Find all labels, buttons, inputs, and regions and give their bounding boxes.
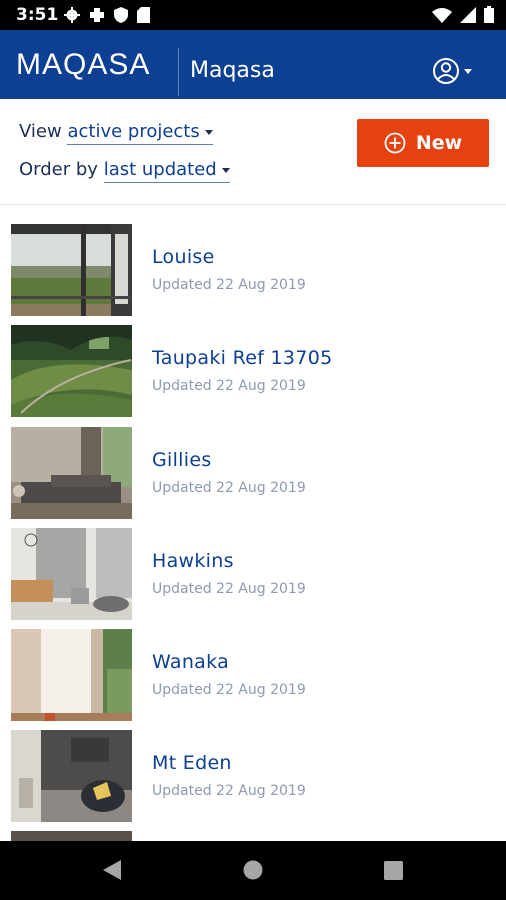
wifi-icon [432, 7, 452, 23]
project-name: Wanaka [152, 651, 230, 673]
new-project-button[interactable]: New [357, 119, 489, 167]
system-nav-bar [0, 841, 506, 900]
chevron-down-icon [204, 129, 213, 135]
project-item[interactable]: Wanaka Updated 22 Aug 2019 [0, 611, 506, 721]
project-item[interactable]: Mt Eden Updated 22 Aug 2019 [0, 712, 506, 822]
project-thumbnail [11, 325, 132, 417]
view-filter: View active projects [19, 121, 213, 145]
project-name: Mt Eden [152, 752, 232, 774]
order-dropdown-value: last updated [103, 159, 217, 180]
view-label: View [19, 121, 62, 142]
project-item[interactable]: Hawkins Updated 22 Aug 2019 [0, 510, 506, 620]
project-name: Louise [152, 246, 215, 268]
shield-icon [114, 7, 128, 23]
organization-name: Maqasa [190, 58, 275, 83]
status-bar: 3:51 [0, 0, 506, 30]
order-filter: Order by last updated [19, 159, 230, 183]
app-bar: MAQASA Maqasa [0, 30, 506, 99]
home-icon[interactable] [243, 859, 263, 881]
app-bar-divider [178, 48, 179, 96]
project-thumbnail [11, 528, 132, 620]
project-thumbnail [11, 427, 132, 519]
project-updated: Updated 22 Aug 2019 [152, 480, 306, 496]
medical-icon [90, 8, 104, 22]
account-circle-icon [433, 58, 472, 84]
project-updated: Updated 22 Aug 2019 [152, 581, 306, 597]
project-thumbnail [11, 224, 132, 316]
project-list: Louise Updated 22 Aug 2019 Taupaki Ref 1… [0, 206, 506, 841]
project-updated: Updated 22 Aug 2019 [152, 783, 306, 799]
view-dropdown-value: active projects [67, 121, 200, 142]
project-item[interactable]: Taupaki Ref 13705 Updated 22 Aug 2019 [0, 307, 506, 417]
status-time: 3:51 [16, 5, 59, 25]
project-thumbnail [11, 831, 132, 841]
view-dropdown[interactable]: active projects [67, 121, 213, 145]
project-item[interactable] [0, 813, 506, 841]
sd-card-icon [137, 7, 150, 23]
project-thumbnail [11, 730, 132, 822]
project-updated: Updated 22 Aug 2019 [152, 277, 306, 293]
cellular-signal-icon [460, 6, 476, 23]
brand-logo: MAQASA [16, 48, 151, 81]
project-name: Gillies [152, 449, 212, 471]
order-label: Order by [19, 159, 98, 180]
project-name: Hawkins [152, 550, 234, 572]
back-icon[interactable] [102, 859, 122, 881]
account-menu-button[interactable] [433, 57, 477, 85]
settings-icon [64, 7, 80, 23]
project-name: Taupaki Ref 13705 [152, 347, 333, 369]
new-button-label: New [415, 132, 463, 154]
recents-icon[interactable] [384, 859, 403, 881]
add-circle-icon [384, 132, 406, 154]
project-item[interactable]: Louise Updated 22 Aug 2019 [0, 206, 506, 316]
project-item[interactable]: Gillies Updated 22 Aug 2019 [0, 409, 506, 519]
project-thumbnail [11, 629, 132, 721]
list-controls: View active projects Order by last updat… [0, 99, 506, 205]
order-dropdown[interactable]: last updated [103, 159, 230, 183]
chevron-down-icon [221, 167, 230, 173]
project-updated: Updated 22 Aug 2019 [152, 682, 306, 698]
battery-icon [484, 6, 494, 23]
project-updated: Updated 22 Aug 2019 [152, 378, 306, 394]
